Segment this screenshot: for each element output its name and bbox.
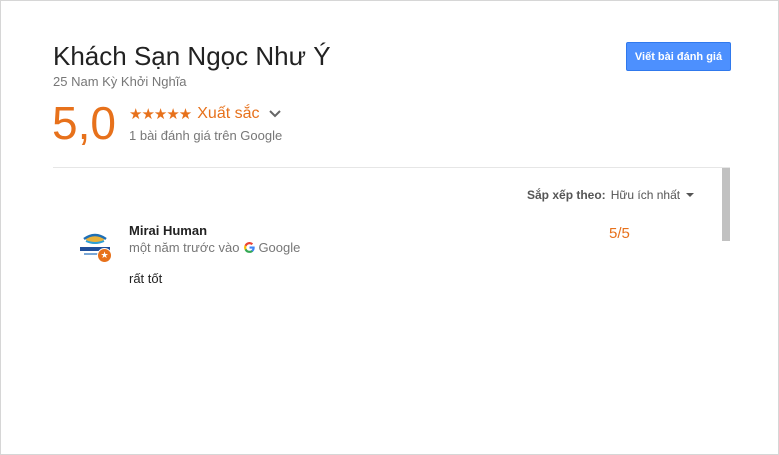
hotel-name: Khách Sạn Ngọc Như Ý <box>53 41 331 71</box>
caret-down-icon <box>686 193 695 197</box>
review-time: một năm trước vào <box>129 240 240 255</box>
overall-score: 5,0 <box>52 97 116 149</box>
sort-label: Sắp xếp theo: <box>527 188 606 202</box>
google-g-icon <box>244 242 256 253</box>
review-count: 1 bài đánh giá trên Google <box>129 128 283 143</box>
reviews-panel: Khách Sạn Ngọc Như Ý 25 Nam Kỳ Khởi Nghĩ… <box>0 0 779 455</box>
sort-value: Hữu ích nhất <box>610 188 681 202</box>
divider <box>53 167 730 168</box>
local-guide-star-icon: ★ <box>97 248 112 263</box>
rating-summary: ★★★★★ Xuất sắc <box>129 105 282 123</box>
hotel-address: 25 Nam Kỳ Khởi Nghĩa <box>53 74 187 89</box>
scrollbar-thumb[interactable] <box>722 168 730 241</box>
sort-dropdown[interactable]: Sắp xếp theo: Hữu ích nhất <box>527 188 695 202</box>
chevron-down-icon[interactable] <box>268 107 282 121</box>
write-review-button[interactable]: Viết bài đánh giá <box>626 42 731 71</box>
review-source: Google <box>258 240 301 255</box>
review-score: 5/5 <box>609 225 630 242</box>
reviewer-name[interactable]: Mirai Human <box>129 223 207 238</box>
rating-word: Xuất sắc <box>197 105 260 122</box>
review-text: rất tốt <box>129 271 163 286</box>
review-meta: một năm trước vào Google <box>129 240 300 255</box>
star-rating: ★★★★★ <box>129 106 192 123</box>
